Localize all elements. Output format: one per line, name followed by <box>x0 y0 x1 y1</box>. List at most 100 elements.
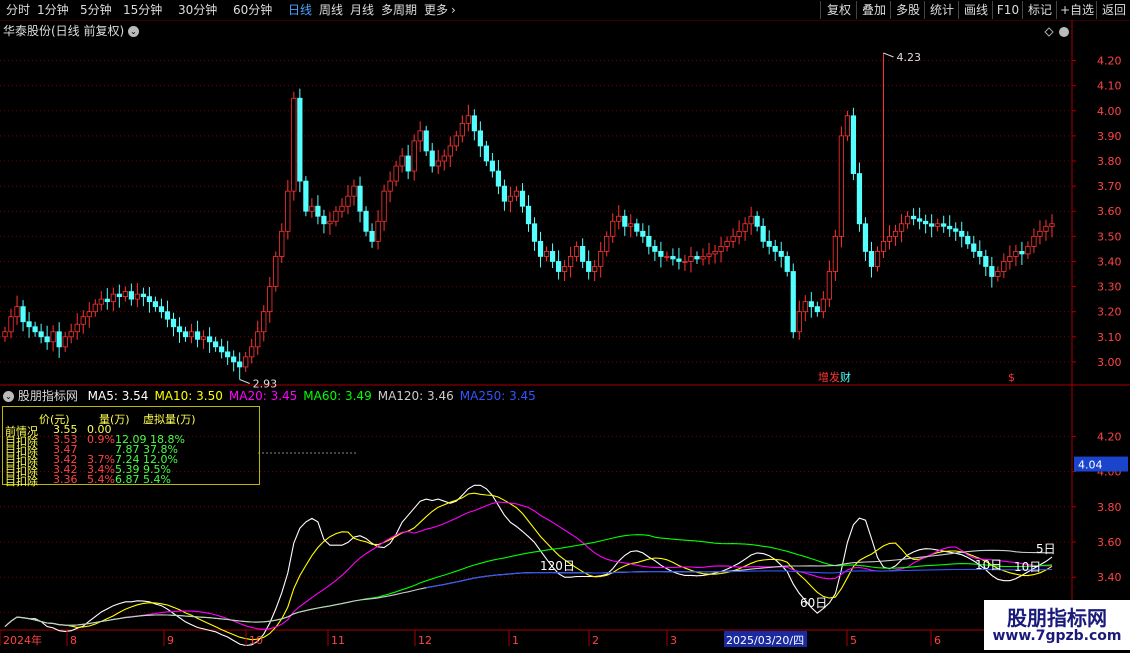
candle <box>754 215 760 227</box>
candle <box>152 301 159 308</box>
period-tab-6[interactable]: 日线 <box>288 2 312 18</box>
candle <box>20 306 26 323</box>
candle <box>898 223 905 232</box>
watermark-title: 股朋指标网 <box>1007 606 1107 630</box>
period-tab-7[interactable]: 周线 <box>319 2 343 18</box>
candle <box>983 256 989 267</box>
main-tick-label: 3.00 <box>1097 356 1122 369</box>
candle <box>790 271 796 333</box>
main-tick-label: 4.10 <box>1097 80 1122 93</box>
candle <box>700 256 706 260</box>
candle <box>483 145 489 162</box>
candle <box>688 256 694 262</box>
xaxis-label: 2025/03/20/四 <box>726 634 804 647</box>
period-tab-5[interactable]: 60分钟 <box>233 2 272 18</box>
candle <box>285 190 291 232</box>
candle <box>537 240 544 257</box>
candle <box>844 115 851 137</box>
candle <box>116 293 122 298</box>
series-line-ma250 <box>426 568 1053 589</box>
candle <box>327 220 333 225</box>
candle <box>748 215 754 225</box>
candle <box>838 135 845 237</box>
period-tab-8[interactable]: 月线 <box>350 2 374 18</box>
candle <box>501 185 508 202</box>
candle <box>953 228 959 232</box>
ma-legend-item: MA60: 3.49 <box>303 389 372 403</box>
toolbar-button-1[interactable]: 叠加 <box>856 1 891 19</box>
xaxis-label: 3 <box>670 634 677 647</box>
candle <box>959 230 965 237</box>
table-cell-vol: 5.4% <box>87 473 115 486</box>
toolbar-button-4[interactable]: 画线 <box>958 1 993 19</box>
ma-legend-item: MA10: 3.50 <box>154 389 223 403</box>
toolbar-button-3[interactable]: 统计 <box>924 1 959 19</box>
event-tag-1: 财 <box>840 370 851 384</box>
toolbar-button-5[interactable]: F10 <box>992 1 1023 19</box>
main-tick-label: 3.30 <box>1097 281 1122 294</box>
candle <box>2 331 8 338</box>
candle <box>453 135 459 147</box>
candle <box>880 240 887 252</box>
price-table: 价(元) 量(万) 虚拟量(万) 前情况 3.55 0.00 目扣除 3.53 0.9% 12.0… <box>2 406 260 488</box>
candle <box>555 261 562 272</box>
candle <box>200 336 207 340</box>
candle <box>255 331 261 348</box>
event-tag-2: $ <box>1008 371 1015 384</box>
candle <box>243 356 249 368</box>
candle <box>14 306 20 318</box>
candle <box>44 336 50 343</box>
candle <box>832 235 838 272</box>
candle <box>910 215 917 220</box>
xaxis-label: 2024年 <box>3 633 42 647</box>
period-tab-9[interactable]: 多周期 <box>381 2 417 18</box>
chevron-down-icon[interactable]: ⌄ <box>3 391 14 402</box>
candle <box>140 293 147 298</box>
chevron-right-icon[interactable]: › <box>451 2 456 18</box>
chevron-down-icon[interactable]: ⌄ <box>128 26 140 37</box>
candle <box>640 230 646 237</box>
high-pointer <box>883 52 894 58</box>
low-pointer <box>239 379 250 384</box>
candle <box>923 220 929 225</box>
toolbar-button-0[interactable]: 复权 <box>820 1 857 19</box>
candle <box>531 223 538 242</box>
line-label-3: 120日 <box>540 559 575 573</box>
candle <box>231 356 237 363</box>
candle <box>1037 230 1043 237</box>
candle <box>86 311 92 318</box>
toolbar-button-7[interactable]: +自选 <box>1056 1 1097 19</box>
main-tick-label: 3.20 <box>1097 306 1122 319</box>
period-tab-4[interactable]: 30分钟 <box>178 2 217 18</box>
period-tab-1[interactable]: 1分钟 <box>37 2 69 18</box>
candle <box>122 291 128 298</box>
candle <box>381 190 387 222</box>
candle <box>574 245 580 257</box>
xaxis-label: 11 <box>331 634 345 647</box>
chevron-down-icon[interactable] <box>1059 27 1069 37</box>
chart-svg: 4.20 4.10 4.00 3.90 3.80 3.70 3.60 3.50 3.40 3.30… <box>0 20 1130 650</box>
line-label-4: 60日 <box>800 596 827 610</box>
candle <box>622 215 628 227</box>
candle <box>586 261 592 272</box>
candle <box>682 261 688 263</box>
candle <box>628 223 634 227</box>
period-tab-0[interactable]: 分时 <box>6 2 30 18</box>
candle <box>543 251 550 257</box>
candle <box>74 323 80 333</box>
candle <box>80 316 86 325</box>
candle <box>98 298 104 305</box>
candle <box>676 258 682 262</box>
candle <box>694 256 700 260</box>
candle <box>1031 235 1037 247</box>
period-tab-2[interactable]: 5分钟 <box>80 2 112 18</box>
period-tab-10[interactable]: 更多 <box>424 2 448 18</box>
toolbar-button-8[interactable]: 返回 <box>1096 1 1130 19</box>
candle <box>802 301 808 313</box>
candle <box>904 215 911 225</box>
high-label: 4.23 <box>897 51 922 64</box>
toolbar-button-6[interactable]: 标记 <box>1022 1 1057 19</box>
stock-title: 华泰股份(日线 前复权) ⌄ <box>3 22 140 39</box>
toolbar-button-2[interactable]: 多股 <box>890 1 925 19</box>
period-tab-3[interactable]: 15分钟 <box>123 2 162 18</box>
